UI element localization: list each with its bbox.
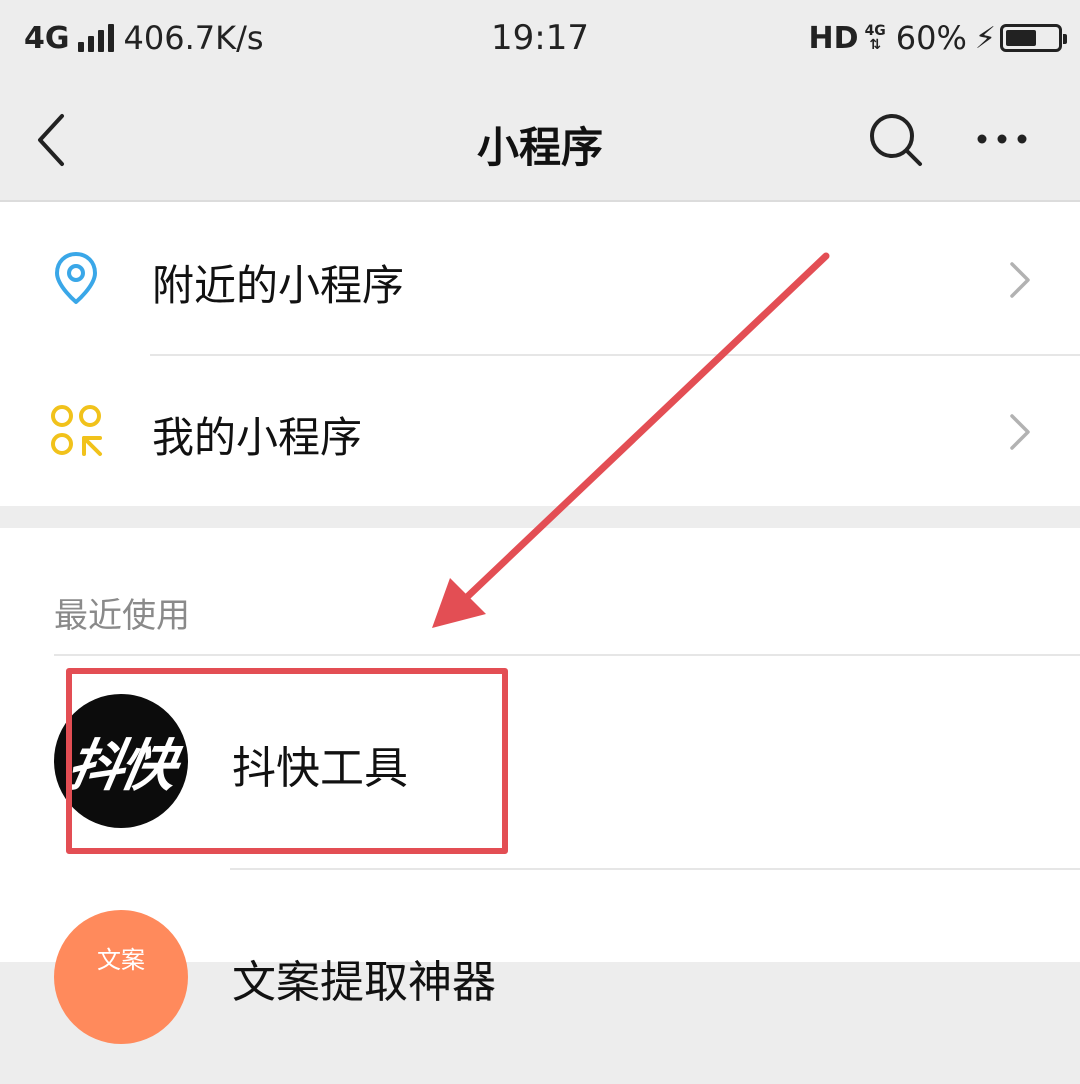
section-header: 最近使用 [54, 596, 190, 636]
mini-network-icon: 4G ⇅ [864, 23, 886, 53]
chevron-right-icon [1010, 414, 1030, 450]
avatar-text: 文案 [97, 946, 145, 974]
app-avatar: 抖快 [54, 694, 188, 828]
nav-bar: 小程序 [0, 76, 1080, 202]
recent-app-copy-extractor[interactable]: 文案 文案提取神器 [0, 870, 1080, 1084]
location-pin-icon [55, 252, 97, 304]
more-button[interactable] [970, 114, 1034, 164]
hd-indicator: HD [808, 20, 859, 56]
status-right: HD 4G ⇅ 60% ⚡ [808, 18, 1067, 58]
my-mini-programs-item[interactable]: 我的小程序 [0, 354, 1080, 506]
nearby-mini-programs-item[interactable]: 附近的小程序 [0, 202, 1080, 356]
menu-item-label: 附近的小程序 [152, 261, 405, 310]
battery-icon [1000, 24, 1067, 52]
recently-used-section: 最近使用 抖快 抖快工具 文案 文案提取神器 [0, 528, 1080, 1044]
more-dots-icon [977, 134, 1027, 144]
status-bar: 4G 406.7K/s 19:17 HD 4G ⇅ 60% ⚡ [0, 0, 1080, 76]
app-name: 文案提取神器 [232, 957, 496, 1008]
recent-app-douyin-tool[interactable]: 抖快 抖快工具 [0, 656, 1080, 870]
chevron-right-icon [1010, 262, 1030, 298]
app-name: 抖快工具 [232, 743, 408, 794]
mini-program-menu: 附近的小程序 我的小程序 [0, 202, 1080, 506]
mini-program-grid-icon [51, 405, 102, 456]
battery-percent: 60% [895, 19, 967, 57]
menu-item-label: 我的小程序 [152, 413, 363, 462]
avatar-text: 抖快 [62, 733, 178, 799]
charging-bolt-icon: ⚡ [974, 20, 996, 56]
search-button[interactable] [866, 110, 926, 170]
search-icon [870, 114, 922, 166]
app-avatar: 文案 [54, 910, 188, 1044]
